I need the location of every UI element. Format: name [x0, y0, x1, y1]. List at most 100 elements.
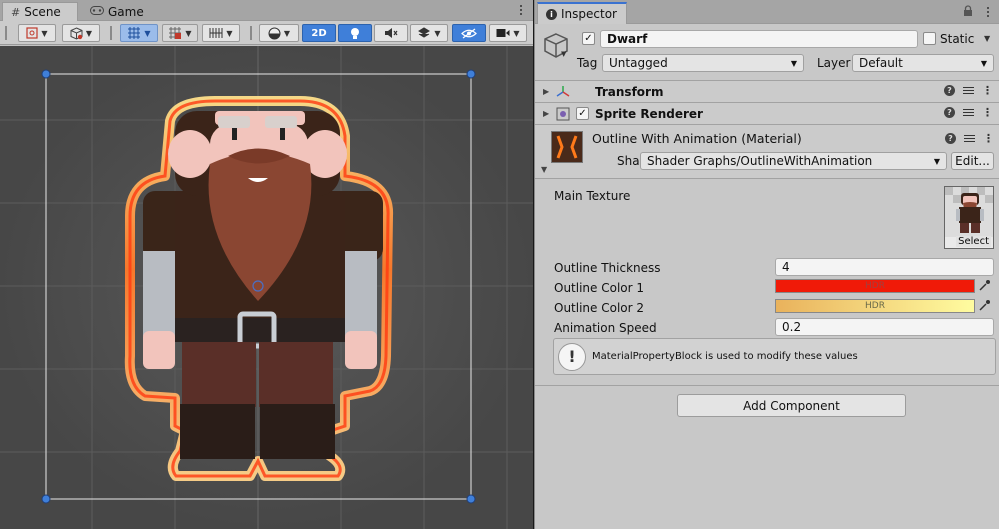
shader-value: Shader Graphs/OutlineWithAnimation	[647, 154, 873, 168]
dwarf-texture-thumbnail	[945, 187, 993, 237]
effects-dropdown[interactable]: ▼	[410, 24, 448, 42]
chevron-down-icon[interactable]: ▼	[561, 50, 566, 58]
bounds-handle-bottom-left[interactable]	[41, 494, 51, 504]
active-checkbox[interactable]: ✓	[582, 32, 595, 45]
outline-thickness-label: Outline Thickness	[554, 261, 661, 275]
tag-label: Tag	[577, 56, 598, 70]
grid-visibility-dropdown[interactable]: ▼	[202, 24, 240, 42]
audio-toggle-button[interactable]	[374, 24, 408, 42]
shader-dropdown[interactable]: Shader Graphs/OutlineWithAnimation ▼	[640, 152, 947, 170]
outline-thickness-input[interactable]: 4	[775, 258, 994, 276]
shader-edit-label: Edit...	[955, 154, 990, 168]
tab-inspector[interactable]: i Inspector	[537, 2, 627, 24]
help-icon[interactable]: ?	[944, 107, 955, 118]
tab-scene[interactable]: # Scene	[2, 2, 78, 21]
bounds-handle-top-right[interactable]	[466, 69, 476, 79]
material-title: Outline With Animation (Material)	[592, 131, 802, 146]
warning-icon: !	[558, 342, 586, 371]
presets-icon[interactable]	[964, 133, 975, 144]
gameobject-name-input[interactable]: Dwarf	[600, 30, 918, 48]
gamepad-icon	[90, 5, 104, 18]
outline-color-2-swatch[interactable]: HDR	[775, 299, 975, 313]
lock-icon[interactable]	[963, 5, 973, 20]
scene-kebab-icon[interactable]	[516, 3, 526, 17]
increment-snap-icon	[169, 27, 182, 39]
sprite-renderer-icon	[556, 107, 570, 124]
chevron-down-icon: ▼	[85, 28, 93, 38]
chevron-down-icon: ▼	[144, 28, 151, 38]
shading-mode-dropdown[interactable]: ▼	[259, 24, 299, 42]
chevron-down-icon[interactable]: ▼	[984, 34, 990, 43]
inspector-tabbar: i Inspector	[535, 0, 999, 24]
texture-select-label[interactable]: Select	[956, 236, 991, 247]
transform-icon	[556, 85, 570, 102]
foldout-arrow-icon[interactable]: ▶	[543, 109, 549, 118]
grid-snap-dropdown[interactable]: ▼	[120, 24, 158, 42]
chevron-down-icon: ▼	[434, 28, 441, 38]
kebab-icon[interactable]: ⋮	[982, 84, 993, 97]
help-icon[interactable]: ?	[944, 85, 955, 96]
scene-camera-dropdown[interactable]: ▼	[62, 24, 100, 42]
scene-visibility-toggle[interactable]	[452, 24, 486, 42]
component-transform-title: Transform	[595, 84, 664, 99]
lighting-toggle-button[interactable]	[338, 24, 372, 42]
component-transform[interactable]: ▶ Transform ? ⋮	[535, 80, 999, 102]
outline-color-2-hdr: HDR	[865, 301, 885, 311]
presets-icon[interactable]	[963, 85, 974, 96]
kebab-icon[interactable]: ⋮	[982, 106, 993, 119]
scene-panel: # Scene Game ▼ ▼ ▼ ▼ ▼ ▼ 2D ▼ ▼	[0, 0, 533, 529]
bounds-handle-top-left[interactable]	[41, 69, 51, 79]
increment-snap-dropdown[interactable]: ▼	[162, 24, 198, 42]
kebab-icon[interactable]: ⋮	[983, 132, 994, 145]
component-sprite-renderer-actions: ? ⋮	[944, 106, 993, 119]
2d-toggle-button[interactable]: 2D	[302, 24, 336, 42]
outline-color-2-label: Outline Color 2	[554, 301, 645, 315]
scene-toolbar: ▼ ▼ ▼ ▼ ▼ ▼ 2D ▼ ▼	[0, 21, 533, 45]
eyedropper-icon[interactable]	[978, 279, 991, 295]
scene-viewport[interactable]	[0, 46, 533, 529]
chevron-down-icon[interactable]: ▼	[541, 165, 547, 174]
gameobject-header: ▼ ✓ Dwarf Static ▼ Tag Untagged ▼ Layer …	[535, 25, 999, 81]
toolbar-separator	[110, 26, 112, 40]
scene-tabbar: # Scene Game	[0, 0, 533, 21]
draw-mode-dropdown[interactable]: ▼	[18, 24, 56, 42]
layer-value: Default	[859, 56, 903, 70]
sprite-renderer-enabled-checkbox[interactable]: ✓	[576, 107, 589, 120]
layer-dropdown[interactable]: Default ▼	[852, 54, 994, 72]
lightbulb-icon	[351, 27, 359, 39]
static-checkbox[interactable]	[923, 32, 936, 45]
dwarf-sprite[interactable]	[0, 46, 533, 529]
chevron-down-icon: ▼	[513, 28, 520, 38]
chevron-down-icon: ▼	[41, 28, 48, 38]
foldout-arrow-icon[interactable]: ▶	[543, 87, 549, 96]
tag-value: Untagged	[609, 56, 668, 70]
bounds-handle-bottom-right[interactable]	[466, 494, 476, 504]
chevron-down-icon: ▼	[226, 28, 233, 38]
info-icon: i	[546, 8, 557, 20]
help-icon[interactable]: ?	[945, 133, 956, 144]
toolbar-separator	[250, 26, 252, 40]
gameobject-name-value: Dwarf	[607, 32, 648, 46]
chevron-down-icon: ▼	[790, 58, 797, 68]
scene-camera-settings-dropdown[interactable]: ▼	[489, 24, 527, 42]
outline-color-1-swatch[interactable]: HDR	[775, 279, 975, 293]
tab-game[interactable]: Game	[82, 2, 152, 21]
material-header: ▼ Outline With Animation (Material) ? ⋮ …	[535, 124, 999, 179]
add-component-button[interactable]: Add Component	[677, 394, 906, 417]
presets-icon[interactable]	[963, 107, 974, 118]
inspector-kebab-icon[interactable]	[983, 5, 993, 19]
grid-toggle-icon	[209, 28, 223, 38]
outline-color-1-label: Outline Color 1	[554, 281, 645, 295]
chevron-down-icon: ▼	[980, 58, 987, 68]
material-properties: Main Texture Select Outline Thickness 4 …	[535, 180, 999, 385]
inspector-panel: i Inspector ▼ ✓ Dwarf Static ▼ Tag Untag…	[534, 0, 999, 529]
main-texture-slot[interactable]: Select	[944, 186, 994, 249]
component-sprite-renderer[interactable]: ▶ ✓ Sprite Renderer ? ⋮	[535, 102, 999, 124]
shader-edit-button[interactable]: Edit...	[951, 152, 994, 170]
material-preview-icon	[551, 131, 583, 163]
animation-speed-input[interactable]: 0.2	[775, 318, 994, 336]
component-sprite-renderer-title: Sprite Renderer	[595, 106, 703, 121]
component-transform-actions: ? ⋮	[944, 84, 993, 97]
tag-dropdown[interactable]: Untagged ▼	[602, 54, 804, 72]
eyedropper-icon[interactable]	[978, 299, 991, 315]
